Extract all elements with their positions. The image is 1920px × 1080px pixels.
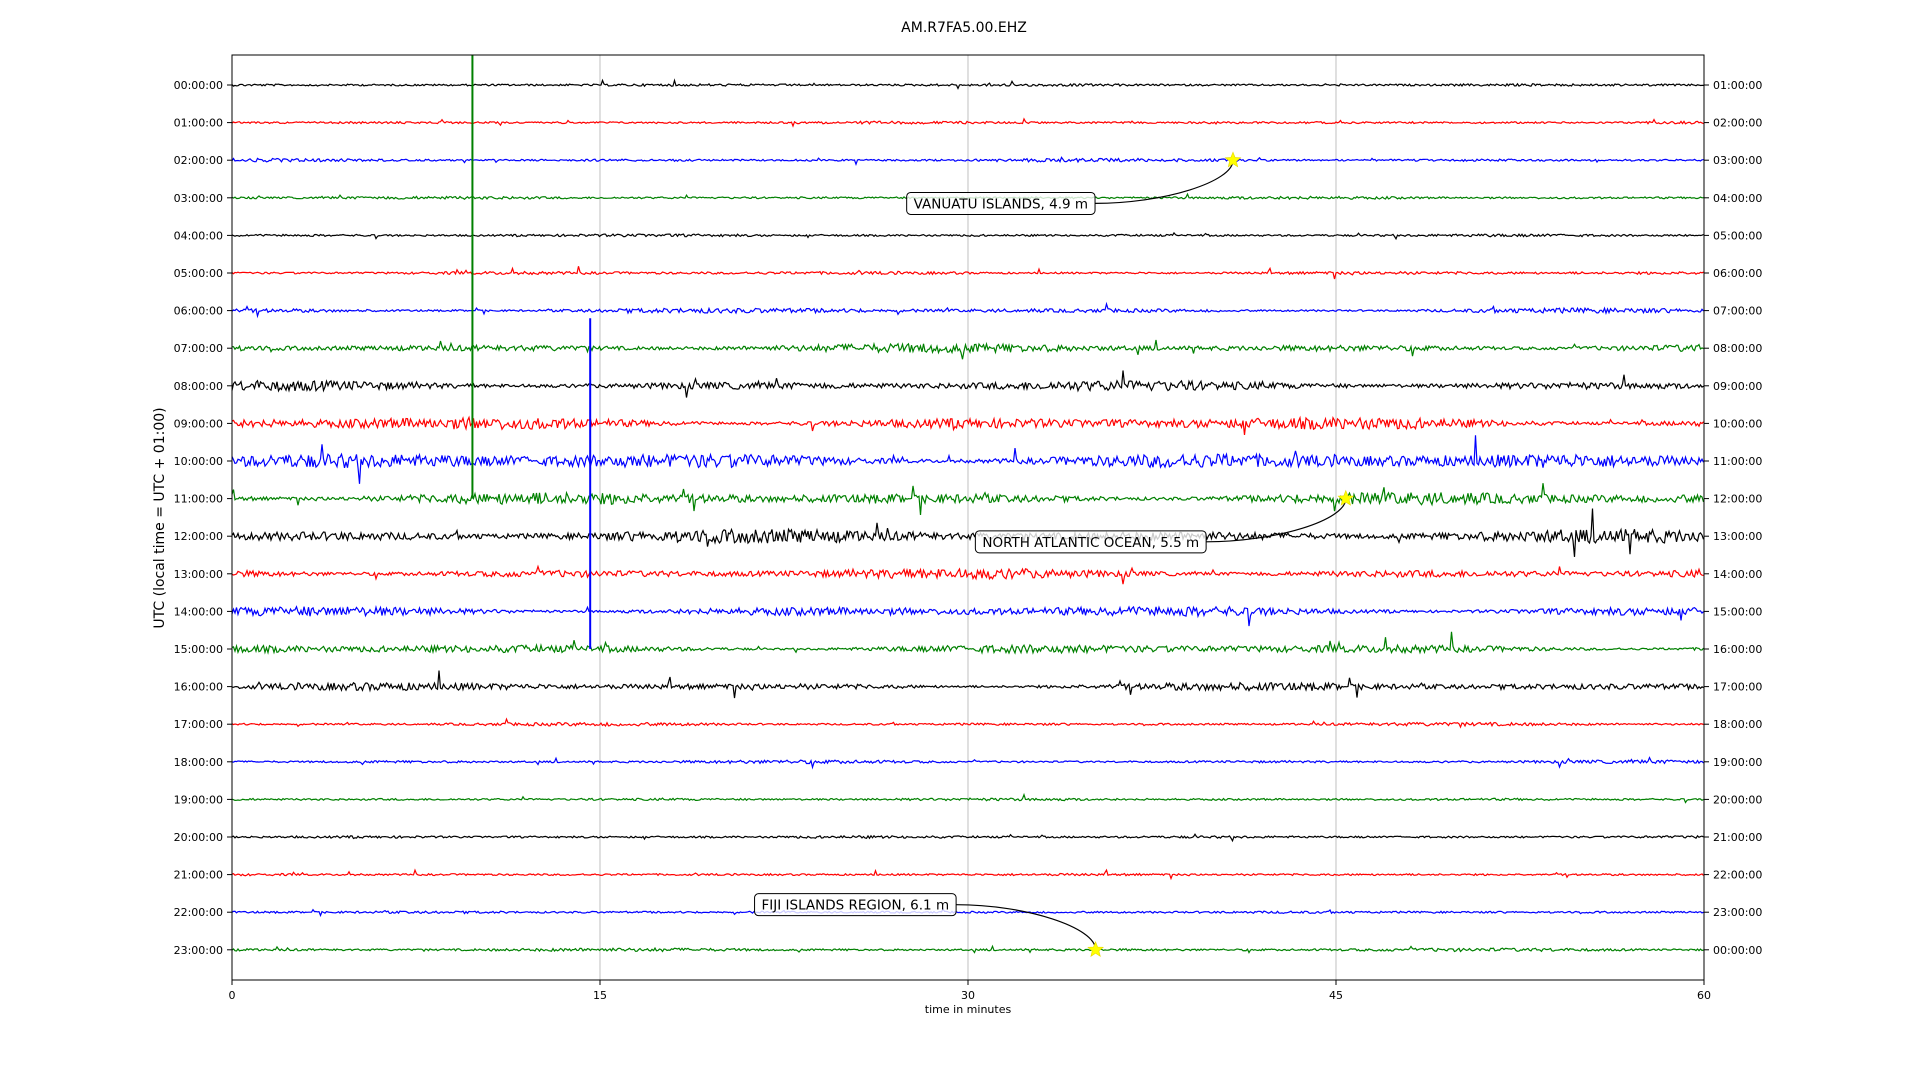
right-tick-label: 16:00:00 bbox=[1713, 643, 1762, 656]
right-tick-label: 19:00:00 bbox=[1713, 756, 1762, 769]
left-tick-label: 15:00:00 bbox=[174, 643, 223, 656]
event-label-1: NORTH ATLANTIC OCEAN, 5.5 m bbox=[982, 535, 1199, 551]
right-tick-label: 02:00:00 bbox=[1713, 117, 1762, 130]
left-tick-label: 03:00:00 bbox=[174, 192, 223, 205]
y-axis-label: UTC (local time = UTC + 01:00) bbox=[152, 407, 168, 628]
event-label-2: FIJI ISLANDS REGION, 6.1 m bbox=[762, 898, 950, 914]
right-tick-label: 12:00:00 bbox=[1713, 493, 1762, 506]
left-tick-label: 22:00:00 bbox=[174, 906, 223, 919]
event-connector-2 bbox=[956, 904, 1097, 950]
right-tick-label: 11:00:00 bbox=[1713, 455, 1762, 468]
left-tick-label: 12:00:00 bbox=[174, 530, 223, 543]
left-tick-label: 01:00:00 bbox=[174, 117, 223, 130]
event-annotation-0: VANUATU ISLANDS, 4.9 m bbox=[906, 151, 1242, 215]
event-connector-0 bbox=[1094, 160, 1234, 204]
x-tick-label: 30 bbox=[961, 989, 975, 1002]
left-tick-label: 16:00:00 bbox=[174, 681, 223, 694]
right-tick-label: 00:00:00 bbox=[1713, 944, 1762, 957]
right-tick-label: 06:00:00 bbox=[1713, 267, 1762, 280]
left-tick-label: 04:00:00 bbox=[174, 229, 223, 242]
helicorder-chart: AM.R7FA5.00.EHZ 00:00:00 01:00:00 02:00:00… bbox=[152, 20, 1762, 1016]
event-star-marker-1 bbox=[1337, 489, 1355, 506]
event-star-marker-0 bbox=[1224, 151, 1242, 168]
x-tick-label: 0 bbox=[229, 989, 236, 1002]
left-tick-label: 19:00:00 bbox=[174, 793, 223, 806]
left-tick-label: 21:00:00 bbox=[174, 869, 223, 882]
x-tick-label: 60 bbox=[1697, 989, 1711, 1002]
chart-title: AM.R7FA5.00.EHZ bbox=[901, 20, 1027, 36]
right-tick-label: 13:00:00 bbox=[1713, 530, 1762, 543]
left-tick-label: 18:00:00 bbox=[174, 756, 223, 769]
event-label-0: VANUATU ISLANDS, 4.9 m bbox=[914, 196, 1088, 212]
left-tick-label: 00:00:00 bbox=[174, 79, 223, 92]
right-tick-label: 01:00:00 bbox=[1713, 79, 1762, 92]
left-tick-label: 07:00:00 bbox=[174, 342, 223, 355]
right-tick-label: 20:00:00 bbox=[1713, 793, 1762, 806]
event-annotation-2: FIJI ISLANDS REGION, 6.1 m bbox=[754, 893, 1104, 957]
x-axis-label: time in minutes bbox=[925, 1003, 1012, 1016]
left-tick-label: 11:00:00 bbox=[174, 493, 223, 506]
right-tick-label: 15:00:00 bbox=[1713, 605, 1762, 618]
x-tick-label: 15 bbox=[593, 989, 607, 1002]
left-tick-label: 08:00:00 bbox=[174, 380, 223, 393]
right-tick-label: 22:00:00 bbox=[1713, 869, 1762, 882]
right-tick-label: 21:00:00 bbox=[1713, 831, 1762, 844]
left-tick-label: 09:00:00 bbox=[174, 417, 223, 430]
spike-group bbox=[471, 55, 592, 649]
x-tick-label: 45 bbox=[1329, 989, 1343, 1002]
right-tick-label: 07:00:00 bbox=[1713, 305, 1762, 318]
left-tick-label: 02:00:00 bbox=[174, 154, 223, 167]
left-tick-label: 14:00:00 bbox=[174, 605, 223, 618]
right-tick-label: 03:00:00 bbox=[1713, 154, 1762, 167]
left-tick-label: 23:00:00 bbox=[174, 944, 223, 957]
left-tick-label: 06:00:00 bbox=[174, 305, 223, 318]
x-tick-group: 0 15 30 45 60 bbox=[229, 980, 1711, 1002]
right-tick-label: 05:00:00 bbox=[1713, 229, 1762, 242]
left-tick-label: 17:00:00 bbox=[174, 718, 223, 731]
right-tick-label: 04:00:00 bbox=[1713, 192, 1762, 205]
event-star-marker-2 bbox=[1087, 940, 1104, 957]
left-tick-group: 00:00:00 01:00:00 02:00:00 03:00:00 04:00:00… bbox=[174, 79, 232, 957]
left-tick-label: 10:00:00 bbox=[174, 455, 223, 468]
right-tick-label: 17:00:00 bbox=[1713, 681, 1762, 694]
right-tick-label: 10:00:00 bbox=[1713, 417, 1762, 430]
left-tick-label: 05:00:00 bbox=[174, 267, 223, 280]
right-tick-label: 18:00:00 bbox=[1713, 718, 1762, 731]
right-tick-label: 23:00:00 bbox=[1713, 906, 1762, 919]
left-tick-label: 20:00:00 bbox=[174, 831, 223, 844]
right-tick-group: 01:00:00 02:00:00 03:00:00 04:00:00 05:00:00… bbox=[1704, 79, 1762, 957]
left-tick-label: 13:00:00 bbox=[174, 568, 223, 581]
right-tick-label: 08:00:00 bbox=[1713, 342, 1762, 355]
right-tick-label: 09:00:00 bbox=[1713, 380, 1762, 393]
right-tick-label: 14:00:00 bbox=[1713, 568, 1762, 581]
